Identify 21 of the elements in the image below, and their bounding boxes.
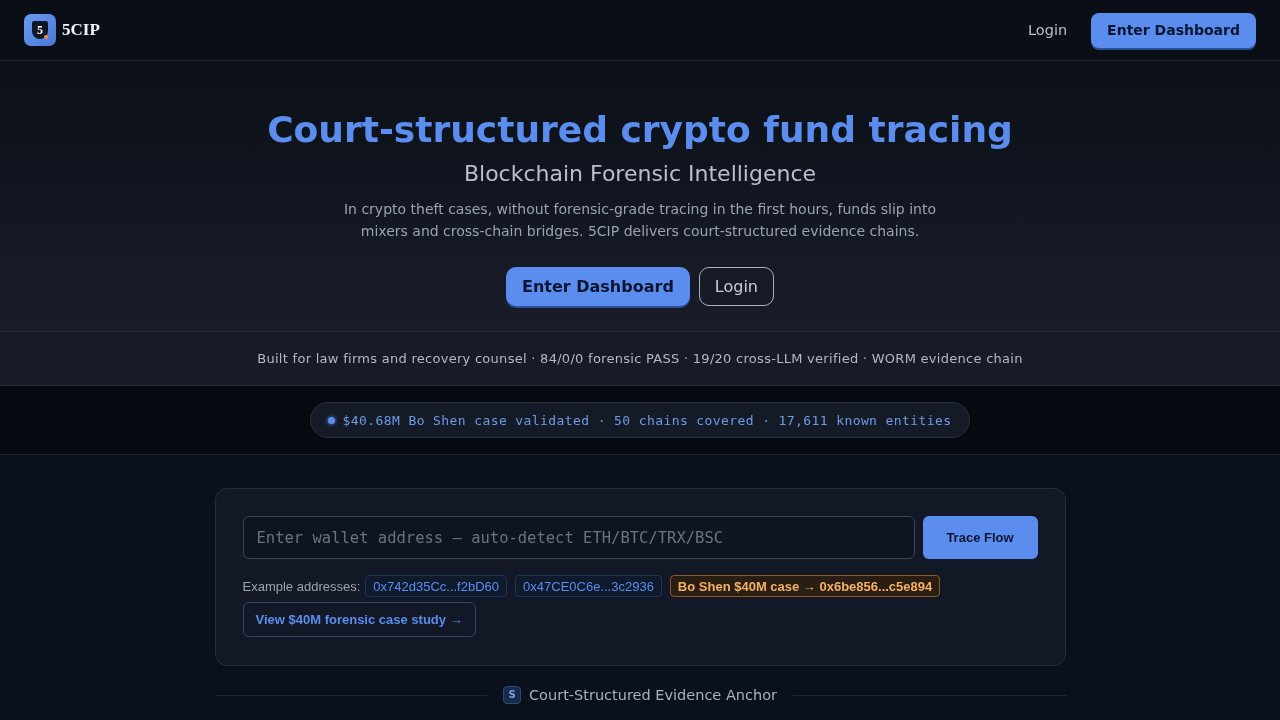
stats-text: $40.68M Bo Shen case validated · 50 chains covered · 17,611 known entities	[342, 412, 952, 428]
brand-name: 5CIP	[62, 20, 100, 40]
status-dot-icon	[327, 416, 335, 424]
wallet-address-field[interactable]: Enter wallet address — auto-detect ETH/BTC/TRX/BSC	[242, 516, 915, 559]
examples-label: Example addresses:	[242, 578, 361, 594]
hero-description: In crypto theft cases, without forensic-grade tracing in the first hours, funds slip into mixers and cross-chain bridges. 5CIP delivers court-structured evidence chains.	[342, 200, 937, 241]
trust-text: Built for law firms and recovery counsel · 84/0/0 forensic PASS · 19/20 cross-LLM verified · WORM evidence chain	[257, 351, 1023, 366]
case-study-link[interactable]: View $40M forensic case study →	[242, 602, 476, 637]
section-badge-icon: S	[503, 686, 521, 704]
hero-title: Court-structured crypto fund tracing	[266, 108, 1014, 152]
example-address-chip[interactable]: 0x742d35Cc...f2bD60	[365, 575, 508, 597]
section-title: Court-Structured Evidence Anchor	[529, 687, 777, 703]
case-address-chip[interactable]: Bo Shen $40M case → 0x6be856...c5e894	[669, 575, 941, 597]
hero-subtitle: Blockchain Forensic Intelligence	[462, 160, 818, 188]
enter-dashboard-button[interactable]: Enter Dashboard	[1091, 12, 1256, 48]
example-address-chip[interactable]: 0x47CE0C6e...3c2936	[515, 575, 662, 597]
trace-flow-button[interactable]: Trace Flow	[922, 516, 1038, 559]
enter-dashboard-button[interactable]: Enter Dashboard	[506, 267, 690, 306]
login-link[interactable]: Login	[1028, 22, 1068, 38]
logo-icon: 5	[24, 14, 56, 46]
login-button[interactable]: Login	[698, 267, 774, 306]
